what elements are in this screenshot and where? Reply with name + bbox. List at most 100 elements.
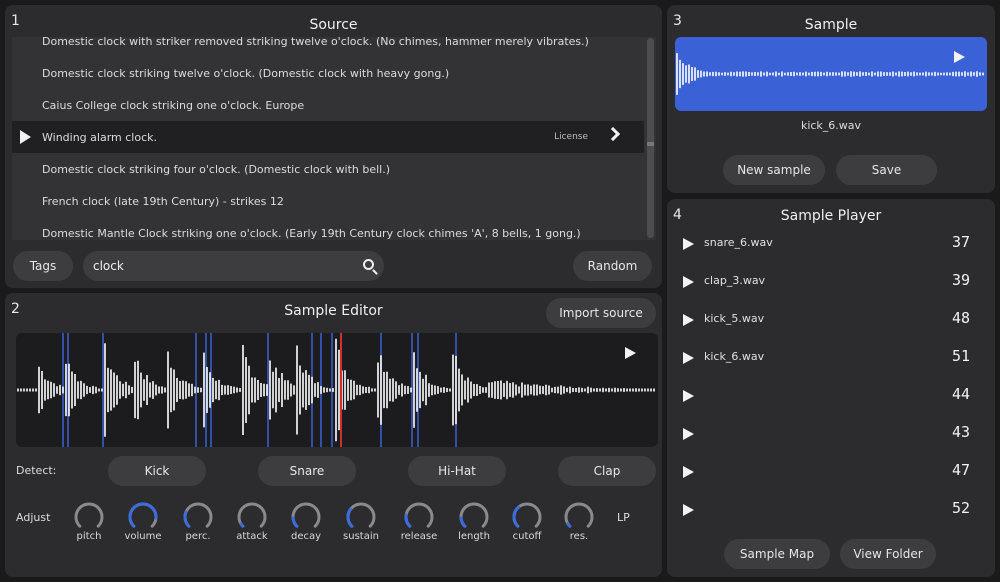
adjust-label: Adjust [16,511,51,524]
play-icon[interactable] [683,504,694,516]
source-row[interactable]: Domestic clock striking four o'clock. (D… [12,153,644,185]
knob-label: pitch [76,531,102,542]
license-link[interactable]: License [554,132,588,142]
knob-dial[interactable] [403,501,435,533]
search-icon[interactable] [363,259,374,270]
knob-track [459,502,489,528]
player-slot[interactable]: 44 [676,380,976,418]
knob-attack[interactable] [236,501,268,533]
knob-value-arc [459,516,467,528]
knob-label: res. [569,531,589,542]
knob-cutoff[interactable] [511,501,543,533]
slot-note-number[interactable]: 37 [952,233,970,251]
knob-dial[interactable] [511,501,543,533]
filter-type-toggle[interactable]: LP [617,511,630,524]
source-row-title: Domestic clock striking four o'clock. (D… [42,162,391,176]
save-button[interactable]: Save [836,155,937,185]
knob-dial[interactable] [182,501,214,533]
source-row[interactable]: Domestic clock with striker removed stri… [12,37,644,57]
slot-note-number[interactable]: 39 [952,271,970,289]
source-row[interactable]: Winding alarm clock. License [12,121,644,153]
player-slot[interactable]: kick_5.wav 48 [676,304,976,342]
player-slot[interactable]: clap_3.wav 39 [676,266,976,304]
chevron-right-icon[interactable] [605,126,621,142]
knob-label: sustain [343,531,379,542]
knob-track [183,502,213,528]
knob-dial[interactable] [345,501,377,533]
sample-map-button[interactable]: Sample Map [724,539,830,569]
sample-waveform[interactable] [675,37,987,111]
tags-button[interactable]: Tags [13,251,73,281]
source-scrollbar[interactable] [647,38,654,238]
knob-value-arc [239,522,245,528]
view-folder-button[interactable]: View Folder [840,539,936,569]
knob-res[interactable] [563,501,595,533]
editor-waveform[interactable] [16,333,658,447]
source-row[interactable]: Domestic clock striking twelve o'clock. … [12,57,644,89]
scroll-thumb[interactable] [647,142,654,146]
knob-label: perc. [185,531,211,542]
slot-note-number[interactable]: 43 [952,423,970,441]
import-source-button[interactable]: Import source [546,298,656,328]
knob-track [346,502,376,528]
knob-value-arc [404,513,412,528]
detect-clap-button[interactable]: Clap [558,456,656,486]
player-slot[interactable]: 52 [676,494,976,532]
source-row[interactable]: Caius College clock striking one o'clock… [12,89,644,121]
play-icon[interactable] [683,238,694,250]
play-icon[interactable] [683,466,694,478]
slot-note-number[interactable]: 51 [952,347,970,365]
play-icon[interactable] [683,352,694,364]
play-icon[interactable] [625,347,636,359]
detect-kick-button[interactable]: Kick [108,456,206,486]
knob-release[interactable] [403,501,435,533]
source-row-title: Domestic clock with striker removed stri… [42,37,589,48]
slot-note-number[interactable]: 52 [952,499,970,517]
source-result-list[interactable]: Domestic clock with striker removed stri… [12,37,656,240]
knob-dial[interactable] [458,501,490,533]
knob-value-arc [183,510,191,528]
panel-title: Source [309,17,358,33]
slot-note-number[interactable]: 48 [952,309,970,327]
detect-label: Detect: [16,464,57,477]
slot-filename: snare_6.wav [704,236,773,249]
play-icon[interactable] [20,130,31,144]
play-icon[interactable] [954,51,965,63]
source-row-title: Domestic Mantle Clock striking one o'clo… [42,226,581,240]
sample-waveform-svg[interactable] [675,37,987,111]
search-input[interactable]: clock [83,251,384,281]
slot-note-number[interactable]: 44 [952,385,970,403]
knob-dial[interactable] [236,501,268,533]
play-icon[interactable] [683,428,694,440]
knob-track [404,502,434,528]
slot-note-number[interactable]: 47 [952,461,970,479]
source-row[interactable]: Domestic Mantle Clock striking one o'clo… [12,217,644,240]
play-icon[interactable] [683,390,694,402]
detect-hihat-button[interactable]: Hi-Hat [408,456,506,486]
knob-dial[interactable] [290,501,322,533]
new-sample-button[interactable]: New sample [723,155,825,185]
slot-filename: clap_3.wav [704,274,766,287]
player-slot[interactable]: kick_6.wav 51 [676,342,976,380]
editor-waveform-svg[interactable] [16,333,658,447]
knob-perc[interactable] [182,501,214,533]
source-row-title: French clock (late 19th Century) - strik… [42,194,284,208]
knob-sustain[interactable] [345,501,377,533]
knob-pitch[interactable] [73,501,105,533]
player-slot[interactable]: snare_6.wav 37 [676,228,976,266]
play-icon[interactable] [683,314,694,326]
player-slot[interactable]: 43 [676,418,976,456]
knob-dial[interactable] [127,501,159,533]
knob-decay[interactable] [290,501,322,533]
random-button[interactable]: Random [573,251,652,281]
knob-value-arc [291,516,299,528]
play-icon[interactable] [683,276,694,288]
source-row[interactable]: French clock (late 19th Century) - strik… [12,185,644,217]
knob-label: release [400,531,438,542]
knob-dial[interactable] [563,501,595,533]
knob-length[interactable] [458,501,490,533]
knob-dial[interactable] [73,501,105,533]
detect-snare-button[interactable]: Snare [258,456,356,486]
knob-volume[interactable] [127,501,159,533]
player-slot[interactable]: 47 [676,456,976,494]
